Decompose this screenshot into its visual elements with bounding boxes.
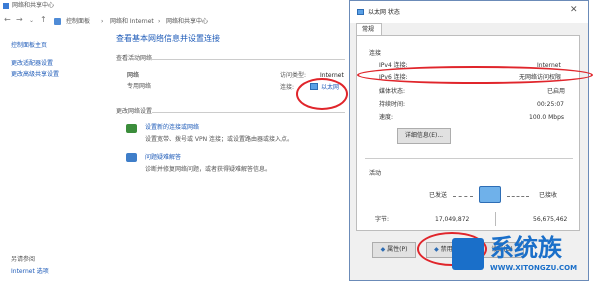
- see-also-header: 另请参阅: [11, 256, 36, 263]
- history-dropdown-icon[interactable]: ⌄: [29, 17, 34, 24]
- bytes-received: 56,675,462: [533, 216, 568, 223]
- sent-label: 已发送: [429, 192, 448, 199]
- properties-button-label: 属性(P): [387, 246, 408, 253]
- divider: [365, 158, 573, 159]
- change-settings-header: 更改网络设置: [116, 108, 153, 115]
- tab-label: 常规: [362, 26, 375, 33]
- sidebar-item-advanced-sharing[interactable]: 更改高级共享设置: [11, 71, 59, 79]
- watermark-logo: 系统族 WWW.XITONGZU.COM: [452, 234, 592, 278]
- shield-icon: ◆: [380, 246, 386, 253]
- sidebar-item-internet-options[interactable]: Internet 选项: [11, 268, 49, 276]
- breadcrumb-item[interactable]: 网络和 Internet: [110, 18, 154, 26]
- connection-header: 连接: [369, 50, 382, 57]
- received-label: 已接收: [539, 192, 558, 199]
- sidebar-item-adapter-settings[interactable]: 更改适配器设置: [11, 60, 53, 68]
- speed-value: 100.0 Mbps: [529, 114, 565, 121]
- network-name: 网络: [127, 72, 140, 79]
- network-center-icon: [3, 3, 9, 9]
- duration-value: 00:25:07: [537, 101, 564, 108]
- dash-line: [507, 196, 529, 197]
- dialog-titlebar: 以太网 状态 ✕: [350, 1, 588, 23]
- close-icon[interactable]: ✕: [570, 5, 578, 15]
- setup-connection-link[interactable]: 设置新的连接或网络: [145, 124, 199, 132]
- general-panel: 连接 IPv4 连接: Internet IPv6 连接: 无网络访问权限 媒体…: [356, 35, 580, 231]
- details-button[interactable]: 详细信息(E)...: [397, 128, 451, 144]
- active-networks-header: 查看活动网络: [116, 55, 153, 62]
- window-title: 网络和共享中心: [12, 2, 55, 9]
- watermark-brand: 系统族: [490, 234, 562, 262]
- media-state-value: 已启用: [547, 88, 566, 95]
- troubleshoot-desc: 诊断并修复网络问题，或者获得疑难解答信息。: [145, 166, 272, 173]
- troubleshoot-icon: [126, 153, 137, 162]
- properties-button[interactable]: ◆ 属性(P): [372, 242, 416, 258]
- divider: [150, 59, 345, 60]
- ethernet-icon: [357, 9, 364, 15]
- new-connection-icon: [126, 124, 137, 133]
- setup-connection-desc: 设置宽带、拨号或 VPN 连接；或设置路由器或接入点。: [145, 136, 294, 143]
- bytes-label: 字节:: [375, 216, 390, 223]
- duration-label: 持续时间:: [379, 101, 406, 108]
- troubleshoot-link[interactable]: 问题疑难解答: [145, 154, 181, 162]
- details-button-label: 详细信息(E)...: [404, 132, 444, 139]
- control-panel-icon: [54, 18, 61, 25]
- windows-logo-icon: [452, 238, 484, 270]
- page-heading: 查看基本网络信息并设置连接: [116, 34, 220, 43]
- dash-line: [453, 196, 473, 197]
- back-icon[interactable]: ←: [4, 15, 11, 24]
- bytes-sent: 17,049,872: [435, 216, 470, 223]
- media-state-label: 媒体状态:: [379, 88, 406, 95]
- annotation-ellipse: [296, 78, 348, 110]
- network-type: 专用网络: [127, 83, 152, 90]
- breadcrumb-item[interactable]: 控制面板: [66, 18, 90, 26]
- sidebar-item-control-panel-home[interactable]: 控制面板主页: [11, 42, 47, 50]
- speed-label: 速度:: [379, 114, 394, 121]
- breadcrumb-separator-icon: ›: [158, 18, 161, 25]
- watermark-url: WWW.XITONGZU.COM: [490, 264, 578, 272]
- nav-bar: ← → ⌄ ↑ 控制面板 › 网络和 Internet › 网络和共享中心: [0, 14, 350, 30]
- up-icon[interactable]: ↑: [40, 15, 47, 24]
- divider: [152, 112, 345, 113]
- dialog-title: 以太网 状态: [368, 9, 400, 16]
- network-computers-icon: [479, 186, 501, 203]
- divider-vertical: [495, 212, 496, 226]
- activity-header: 活动: [369, 170, 382, 177]
- breadcrumb-item[interactable]: 网络和共享中心: [166, 18, 208, 26]
- annotation-ellipse: [357, 66, 593, 84]
- breadcrumb-separator-icon: ›: [101, 18, 104, 25]
- sidebar: 控制面板主页 更改适配器设置 更改高级共享设置 另请参阅 Internet 选项: [0, 30, 110, 281]
- forward-icon[interactable]: →: [16, 15, 23, 24]
- connection-label: 连接:: [280, 84, 295, 91]
- access-type-label: 访问类型:: [280, 72, 307, 79]
